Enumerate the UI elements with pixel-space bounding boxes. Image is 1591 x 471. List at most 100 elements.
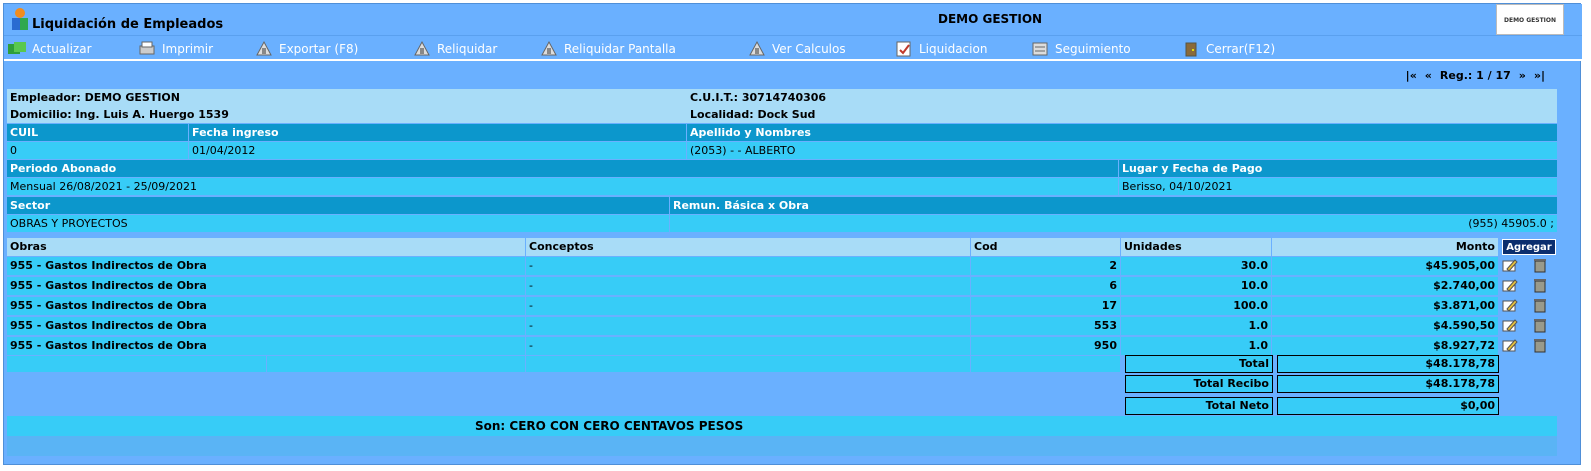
row4-obra: 955 - Gastos Indirectos de Obra [7, 317, 526, 335]
header-cuil: CUIL [7, 124, 188, 141]
empty-row-cell [7, 356, 267, 372]
employee-value-row: 0 01/04/2012 (2053) - - ALBERTO [7, 142, 1557, 159]
grid-header-cod: Cod [971, 238, 1121, 256]
reliquidar-button[interactable]: Reliquidar [412, 39, 497, 59]
row1-unidades: 30.0 [1121, 257, 1272, 275]
header-fecha-ingreso: Fecha ingreso [189, 124, 686, 141]
son-bar: Son: CERO CON CERO CENTAVOS PESOS [7, 416, 1557, 436]
localidad: Localidad: Dock Sud [690, 108, 816, 121]
total-value: $48.178,78 [1277, 355, 1499, 373]
lugar-pago-value: Berisso, 04/10/2021 [1119, 178, 1557, 195]
empty-row-cell [267, 356, 526, 372]
edit-icon[interactable] [1502, 258, 1518, 274]
company-title: DEMO GESTION [938, 12, 1043, 26]
pager-last[interactable]: »| [1534, 69, 1545, 82]
edit-icon[interactable] [1502, 338, 1518, 354]
row5-monto: $8.927,72 [1272, 337, 1499, 355]
trash-icon[interactable] [1532, 277, 1548, 293]
trash-icon[interactable] [1532, 257, 1548, 273]
actualizar-label: Actualizar [32, 42, 92, 56]
edit-icon[interactable] [1502, 318, 1518, 334]
row4-monto: $4.590,50 [1272, 317, 1499, 335]
employee-header-row: CUIL Fecha ingreso Apellido y Nombres [7, 124, 1557, 141]
row2-obra: 955 - Gastos Indirectos de Obra [7, 277, 526, 295]
row3-unidades: 100.0 [1121, 297, 1272, 315]
pager-record: Reg.: 1 / 17 [1439, 69, 1511, 82]
exportar-button[interactable]: Exportar (F8) [254, 39, 358, 59]
total-neto-label: Total Neto [1125, 397, 1273, 415]
imprimir-label: Imprimir [162, 42, 214, 56]
row5-obra: 955 - Gastos Indirectos de Obra [7, 337, 526, 355]
agregar-button[interactable]: Agregar [1502, 239, 1556, 255]
header-sector: Sector [7, 197, 669, 214]
periodo-value: Mensual 26/08/2021 - 25/09/2021 [7, 178, 1118, 195]
payroll-icon [896, 41, 911, 57]
recalc-icon [414, 40, 430, 56]
cerrar-button[interactable]: Cerrar(F12) [1181, 39, 1275, 59]
total-neto-value: $0,00 [1277, 397, 1499, 415]
row2-concepto: - [526, 277, 971, 295]
periodo-header-row: Periodo Abonado Lugar y Fecha de Pago [7, 160, 1557, 177]
header-remun: Remun. Básica x Obra [670, 197, 1557, 214]
amount-in-words: Son: CERO CON CERO CENTAVOS PESOS [475, 419, 744, 433]
liquidacion-label: Liquidacion [919, 42, 988, 56]
actualizar-button[interactable]: Actualizar [7, 39, 92, 59]
row5-cod: 950 [971, 337, 1121, 355]
main-window: Liquidación de Empleados DEMO GESTION DE… [3, 3, 1582, 465]
periodo-value-row: Mensual 26/08/2021 - 25/09/2021 Berisso,… [7, 178, 1557, 195]
trash-icon[interactable] [1532, 297, 1548, 313]
grid-header-obras: Obras [7, 238, 526, 256]
grid-header-unidades: Unidades [1121, 238, 1272, 256]
cuit: C.U.I.T.: 30714740306 [690, 91, 827, 104]
apellido-value: (2053) - - ALBERTO [687, 142, 1557, 159]
pager-prev[interactable]: « [1425, 69, 1432, 82]
edit-icon[interactable] [1502, 298, 1518, 314]
trash-icon[interactable] [1532, 337, 1548, 353]
brand-logo: DEMO GESTION [1496, 4, 1564, 35]
header-lugar-pago: Lugar y Fecha de Pago [1119, 160, 1557, 177]
pager-next[interactable]: » [1519, 69, 1526, 82]
cuil-value: 0 [7, 142, 188, 159]
row4-unidades: 1.0 [1121, 317, 1272, 335]
header-periodo: Periodo Abonado [7, 160, 1118, 177]
row1-cod: 2 [971, 257, 1121, 275]
reliquidar-label: Reliquidar [437, 42, 498, 56]
empty-row-cell [526, 356, 971, 372]
trash-icon[interactable] [1532, 317, 1548, 333]
sector-value: OBRAS Y PROYECTOS [7, 215, 669, 232]
fecha-ingreso-value: 01/04/2012 [189, 142, 686, 159]
liquidacion-button[interactable]: Liquidacion [894, 39, 987, 59]
pager-first[interactable]: |« [1406, 69, 1417, 82]
title-bar: Liquidación de Empleados DEMO GESTION DE… [4, 4, 1582, 35]
app-logo-icon [12, 8, 28, 30]
row1-obra: 955 - Gastos Indirectos de Obra [7, 257, 526, 275]
row1-concepto: - [526, 257, 971, 275]
domicilio: Domicilio: Ing. Luis A. Huergo 1539 [10, 108, 229, 121]
ver-calculos-button[interactable]: Ver Calculos [747, 39, 846, 59]
empleador: Empleador: DEMO GESTION [10, 91, 180, 104]
recalc-screen-icon [541, 40, 557, 56]
reliquidar-pantalla-label: Reliquidar Pantalla [564, 42, 676, 56]
row4-concepto: - [526, 317, 971, 335]
reliquidar-pantalla-button[interactable]: Reliquidar Pantalla [539, 39, 676, 59]
row2-unidades: 10.0 [1121, 277, 1272, 295]
row3-concepto: - [526, 297, 971, 315]
row3-monto: $3.871,00 [1272, 297, 1499, 315]
app-title: Liquidación de Empleados [32, 17, 224, 32]
grid-header-conceptos: Conceptos [526, 238, 971, 256]
remun-value: (955) 45905.0 ; [670, 215, 1557, 232]
calculations-icon [749, 40, 765, 56]
cerrar-label: Cerrar(F12) [1206, 42, 1276, 56]
address-row: Domicilio: Ing. Luis A. Huergo 1539 Loca… [7, 106, 1557, 123]
seguimiento-label: Seguimiento [1055, 42, 1131, 56]
row3-obra: 955 - Gastos Indirectos de Obra [7, 297, 526, 315]
content-panel: |« « Reg.: 1 / 17 » »| Empleador: DEMO G… [7, 64, 1557, 462]
seguimiento-button[interactable]: Seguimiento [1030, 39, 1131, 59]
edit-icon[interactable] [1502, 278, 1518, 294]
imprimir-button[interactable]: Imprimir [137, 39, 213, 59]
row3-cod: 17 [971, 297, 1121, 315]
header-apellido: Apellido y Nombres [687, 124, 1557, 141]
row2-monto: $2.740,00 [1272, 277, 1499, 295]
close-icon [1185, 42, 1197, 57]
total-label: Total [1125, 355, 1273, 373]
